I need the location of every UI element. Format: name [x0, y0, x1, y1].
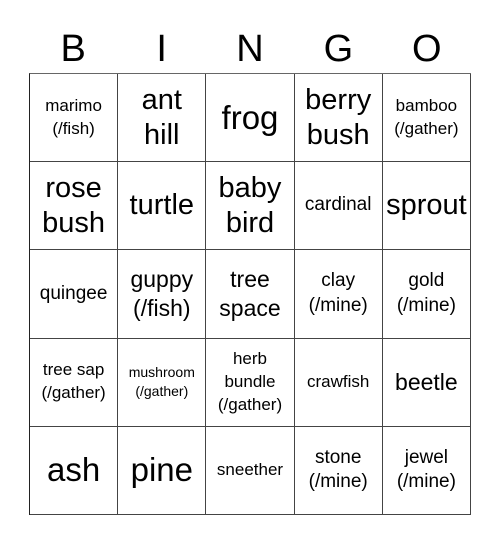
bingo-cell[interactable]: frog: [206, 74, 295, 163]
header-letter-b: B: [60, 28, 86, 70]
header-letter-o: O: [412, 28, 442, 70]
bingo-cell[interactable]: mushroom (/gather): [118, 338, 207, 427]
bingo-cell[interactable]: pine: [118, 426, 207, 515]
bingo-cell[interactable]: guppy (/fish): [118, 250, 207, 339]
bingo-cell[interactable]: jewel (/mine): [382, 426, 471, 515]
bingo-header: B I N G O: [29, 24, 471, 74]
header-letter-i: I: [156, 28, 167, 70]
header-letter-g: G: [323, 28, 354, 70]
bingo-cell[interactable]: berry bush: [294, 74, 383, 163]
bingo-cell[interactable]: beetle: [382, 338, 471, 427]
bingo-cell[interactable]: crawfish: [294, 338, 383, 427]
bingo-cell[interactable]: sprout: [382, 162, 471, 251]
bingo-cell[interactable]: rose bush: [30, 162, 119, 251]
bingo-cell[interactable]: cardinal: [294, 162, 383, 251]
bingo-cell[interactable]: gold (/mine): [382, 250, 471, 339]
bingo-cell[interactable]: clay (/mine): [294, 250, 383, 339]
bingo-cell[interactable]: ant hill: [118, 74, 207, 163]
bingo-cell[interactable]: marimo (/fish): [30, 74, 119, 163]
bingo-cell[interactable]: baby bird: [206, 162, 295, 251]
bingo-cell[interactable]: tree space: [206, 250, 295, 339]
bingo-cell[interactable]: stone (/mine): [294, 426, 383, 515]
bingo-cell[interactable]: bamboo (/gather): [382, 74, 471, 163]
header-letter-n: N: [236, 28, 264, 70]
bingo-cell[interactable]: sneether: [206, 426, 295, 515]
bingo-card: marimo (/fish) ant hill frog berry bush …: [29, 73, 471, 515]
bingo-cell[interactable]: ash: [30, 426, 119, 515]
bingo-cell[interactable]: quingee: [30, 250, 119, 339]
bingo-cell[interactable]: turtle: [118, 162, 207, 251]
bingo-cell[interactable]: tree sap (/gather): [30, 338, 119, 427]
bingo-cell[interactable]: herb bundle (/gather): [206, 338, 295, 427]
